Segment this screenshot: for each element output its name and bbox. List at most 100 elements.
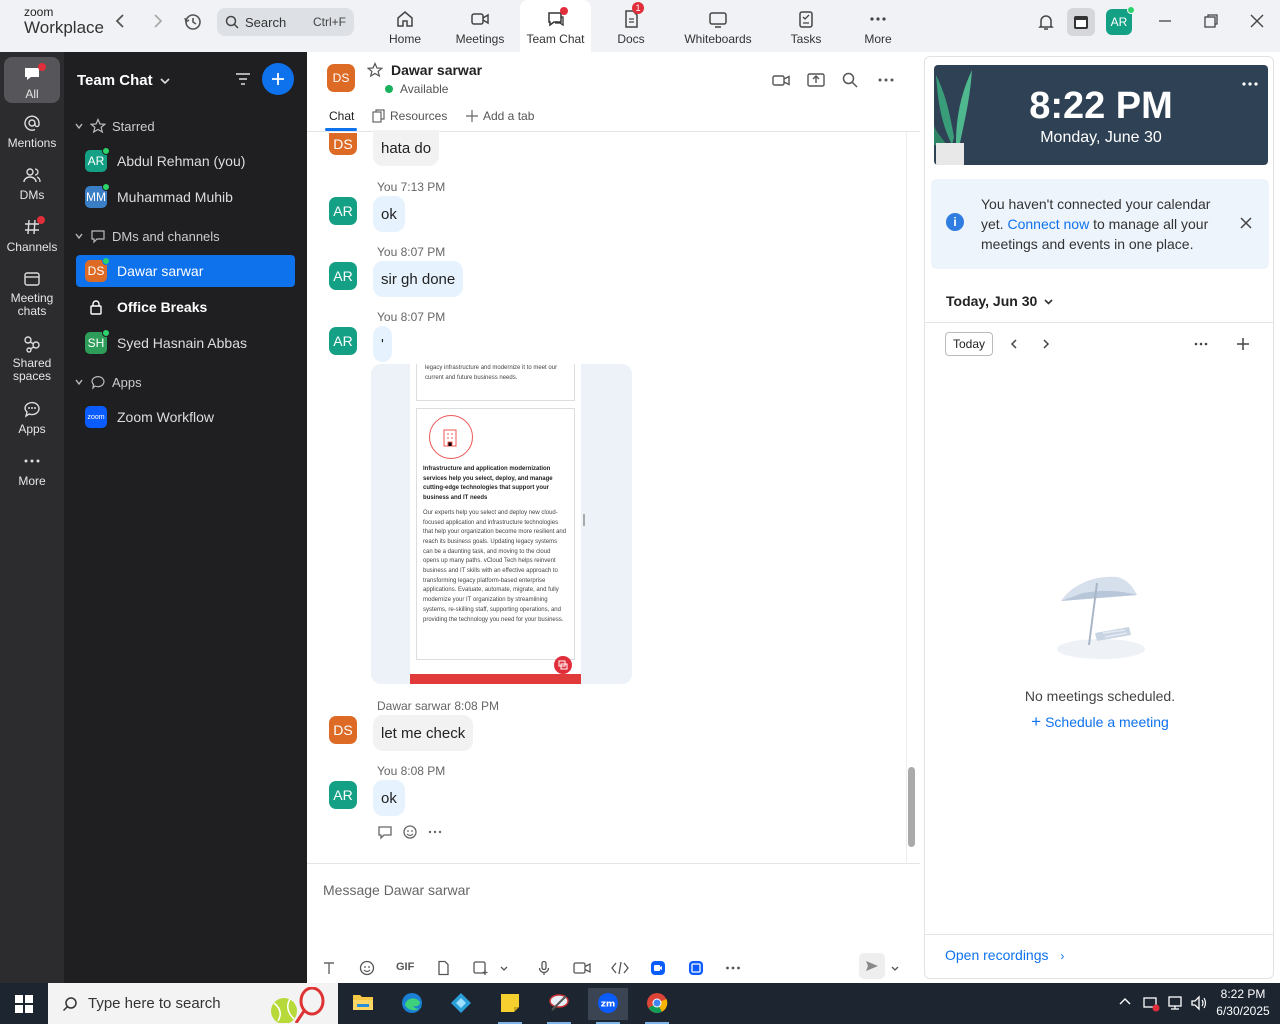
bell-icon[interactable] — [1036, 12, 1056, 32]
file-explorer-icon[interactable] — [343, 988, 383, 1020]
share-screen-icon[interactable] — [807, 71, 825, 89]
history-icon[interactable] — [183, 12, 203, 32]
reply-icon[interactable] — [377, 824, 393, 840]
chat-item-abdul-rehman[interactable]: AR Abdul Rehman (you) — [76, 145, 295, 177]
open-recordings-link[interactable]: Open recordings › — [945, 947, 1064, 963]
chat-item-dawar-sarwar[interactable]: DS Dawar sarwar — [76, 255, 295, 287]
chat-title[interactable]: Dawar sarwar — [391, 62, 482, 78]
search-icon[interactable] — [841, 71, 859, 89]
send-options-chevron-icon[interactable] — [889, 960, 905, 976]
network-icon[interactable] — [1166, 994, 1184, 1012]
resize-handle[interactable] — [583, 514, 585, 526]
close-window-icon[interactable] — [1248, 12, 1268, 32]
team-chat-dropdown[interactable]: Team Chat — [77, 72, 171, 89]
prev-day-icon[interactable] — [1008, 337, 1020, 351]
nav-meeting-chats[interactable]: Meeting chats — [0, 270, 64, 318]
nav-dms[interactable]: DMs — [0, 166, 64, 202]
tab-chat[interactable]: Chat — [329, 109, 354, 123]
nav-shared-spaces[interactable]: Shared spaces — [0, 335, 64, 383]
volume-icon[interactable] — [1190, 994, 1208, 1012]
filter-icon[interactable] — [234, 70, 252, 88]
clock-more-icon[interactable] — [1242, 81, 1258, 87]
gif-button[interactable]: GIF — [396, 961, 418, 977]
search-box[interactable]: Search Ctrl+F — [217, 8, 354, 36]
emoji-icon[interactable] — [359, 960, 375, 976]
code-snippet-icon[interactable] — [611, 960, 629, 976]
connect-now-link[interactable]: Connect now — [1007, 216, 1089, 232]
nav-all[interactable]: All — [4, 57, 60, 103]
star-icon[interactable] — [367, 62, 383, 78]
emoji-reaction-icon[interactable] — [402, 824, 418, 840]
tab-whiteboards[interactable]: Whiteboards — [682, 0, 754, 52]
tab-tasks[interactable]: Tasks — [788, 0, 824, 52]
edge-icon[interactable] — [392, 988, 432, 1020]
more-tools-icon[interactable] — [725, 960, 741, 976]
windows-start-icon[interactable] — [15, 995, 33, 1013]
next-day-icon[interactable] — [1040, 337, 1052, 351]
tab-meetings[interactable]: Meetings — [452, 0, 508, 52]
profile-avatar[interactable]: AR — [1106, 6, 1135, 35]
plus-icon: + — [1031, 712, 1042, 731]
chevron-down-icon[interactable] — [498, 960, 514, 976]
date-selector[interactable]: Today, Jun 30 — [946, 293, 1054, 309]
section-dms-and-channels[interactable]: DMs and channels — [74, 228, 220, 244]
chat-item-muhammad-muhib[interactable]: MM Muhammad Muhib — [76, 181, 295, 213]
zoom-scheduler-icon[interactable] — [688, 960, 704, 976]
app-diamond-icon[interactable] — [441, 988, 481, 1020]
tab-team-chat[interactable]: Team Chat — [520, 0, 591, 52]
tab-more[interactable]: More — [862, 0, 894, 52]
sticky-notes-icon[interactable] — [490, 988, 530, 1024]
nav-mentions[interactable]: Mentions — [0, 114, 64, 150]
message-composer[interactable]: Message Dawar sarwar GIF — [307, 863, 920, 983]
message-bubble[interactable]: ' — [373, 326, 392, 362]
close-notice-icon[interactable] — [1239, 216, 1253, 230]
more-options-icon[interactable] — [877, 71, 895, 89]
tab-docs[interactable]: Docs 1 — [614, 0, 648, 52]
message-bubble[interactable]: ok — [373, 780, 405, 816]
calendar-panel-button[interactable] — [1067, 8, 1095, 36]
network-alert-icon[interactable] — [1142, 994, 1160, 1012]
tab-home[interactable]: Home — [383, 0, 427, 52]
new-chat-button[interactable] — [262, 63, 294, 95]
file-icon[interactable] — [435, 960, 451, 976]
message-bubble[interactable]: let me check — [373, 715, 474, 751]
zoom-app-icon[interactable] — [650, 960, 666, 976]
snipping-tool-icon[interactable] — [539, 988, 579, 1024]
restore-icon[interactable] — [1202, 12, 1222, 32]
microphone-icon[interactable] — [536, 960, 552, 976]
nav-channels[interactable]: Channels — [0, 216, 64, 254]
chrome-icon[interactable] — [637, 988, 677, 1024]
nav-more[interactable]: More — [0, 452, 64, 488]
screenshot-icon[interactable] — [472, 960, 488, 976]
section-apps[interactable]: Apps — [74, 374, 142, 390]
contact-avatar[interactable]: DS — [327, 64, 355, 92]
section-starred[interactable]: Starred — [74, 118, 155, 134]
message-bubble[interactable]: hata do — [373, 130, 440, 166]
add-tab-button[interactable]: Add a tab — [465, 109, 534, 123]
message-bubble[interactable]: sir gh done — [373, 261, 464, 297]
add-event-icon[interactable] — [1236, 337, 1250, 351]
forward-arrow-icon[interactable] — [148, 12, 168, 32]
back-arrow-icon[interactable] — [112, 12, 132, 32]
calendar-more-icon[interactable] — [1194, 341, 1208, 347]
minimize-icon[interactable] — [1156, 12, 1176, 32]
message-bubble[interactable]: ok — [373, 196, 405, 232]
zoom-taskbar-icon[interactable]: zm — [588, 988, 628, 1024]
today-button[interactable]: Today — [945, 332, 993, 356]
send-button[interactable] — [859, 953, 885, 979]
video-message-icon[interactable] — [573, 960, 591, 976]
schedule-meeting-link[interactable]: + Schedule a meeting — [925, 712, 1273, 732]
more-actions-icon[interactable] — [427, 824, 443, 840]
chat-item-zoom-workflow[interactable]: zoom Zoom Workflow — [76, 401, 295, 433]
taskbar-search[interactable]: Type here to search — [48, 983, 338, 1024]
text-format-icon[interactable] — [321, 960, 337, 976]
chevron-up-icon[interactable] — [1118, 995, 1132, 1009]
image-attachment[interactable]: legacy infrastructure and modernize it t… — [371, 364, 632, 684]
taskbar-clock[interactable]: 8:22 PM 6/30/2025 — [1212, 986, 1274, 1020]
nav-apps[interactable]: Apps — [0, 400, 64, 436]
video-call-icon[interactable] — [772, 71, 790, 89]
chat-item-syed-hasnain-abbas[interactable]: SH Syed Hasnain Abbas — [76, 327, 295, 359]
tab-resources[interactable]: Resources — [372, 109, 447, 123]
chat-item-office-breaks[interactable]: Office Breaks — [76, 291, 295, 323]
scrollbar-thumb[interactable] — [908, 767, 915, 847]
